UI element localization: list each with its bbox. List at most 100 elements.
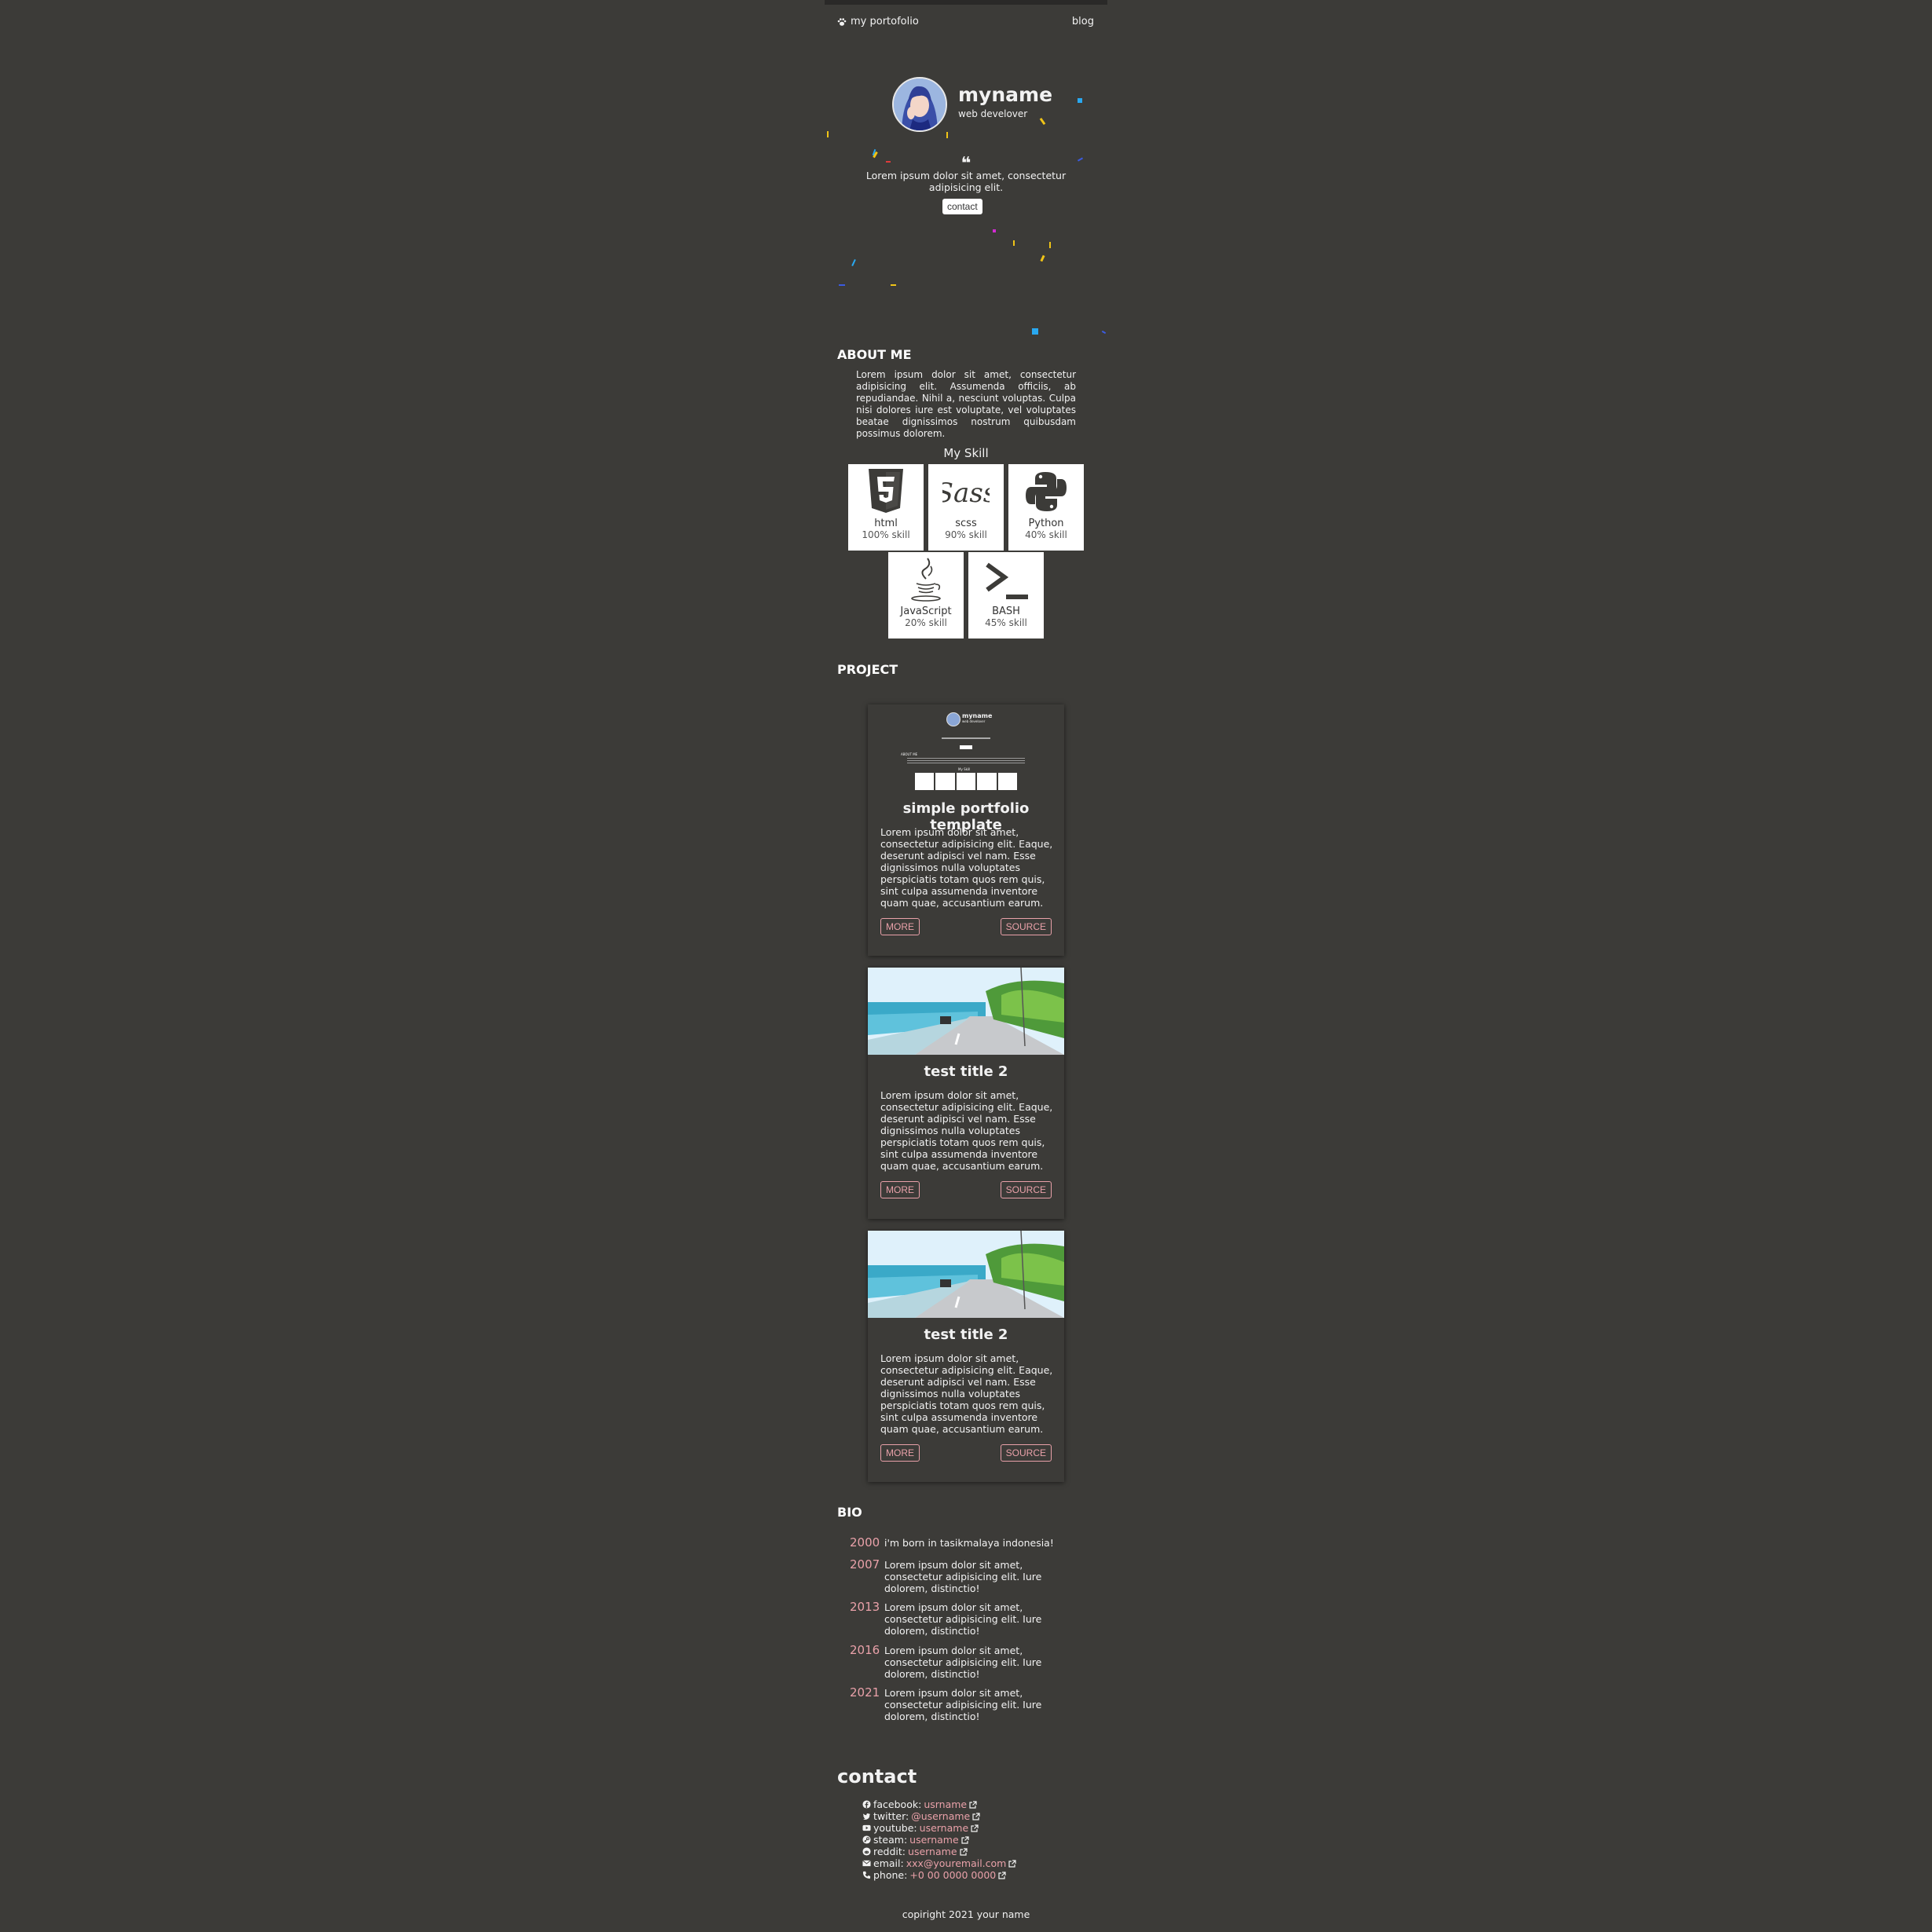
contact-link[interactable]: @username xyxy=(911,1810,970,1822)
source-button[interactable]: SOURCE xyxy=(1000,1444,1052,1462)
contact-button[interactable]: contact xyxy=(942,199,982,214)
skill-level: 40% skill xyxy=(1025,529,1067,540)
thumb-button xyxy=(960,745,972,749)
confetti-piece xyxy=(993,229,996,232)
thumb-about: ABOUT ME xyxy=(901,752,918,756)
project-description: Lorem ipsum dolor sit amet, consectetur … xyxy=(880,826,1053,909)
steam-icon xyxy=(862,1835,871,1844)
contact-label: phone: xyxy=(873,1869,908,1881)
project-thumbnail xyxy=(868,968,1064,1055)
confetti-piece xyxy=(827,131,829,137)
confetti-piece xyxy=(946,132,948,138)
confetti-piece xyxy=(1013,240,1015,246)
project-card: test title 2 Lorem ipsum dolor sit amet,… xyxy=(868,968,1064,1219)
twitter-icon xyxy=(862,1813,871,1820)
contact-link[interactable]: username xyxy=(920,1822,969,1834)
avatar-photo xyxy=(894,79,946,130)
external-link-icon xyxy=(1008,1859,1016,1868)
source-button[interactable]: SOURCE xyxy=(1000,918,1052,935)
road-photo xyxy=(868,968,1064,1055)
skill-name: JavaScript xyxy=(900,606,952,617)
confetti-piece xyxy=(839,284,845,286)
bio-text: Lorem ipsum dolor sit amet, consectetur … xyxy=(884,1687,1042,1722)
confetti-piece xyxy=(851,258,856,267)
road-photo xyxy=(868,1231,1064,1318)
project-description: Lorem ipsum dolor sit amet, consectetur … xyxy=(880,1089,1053,1172)
thumb-role: web develover xyxy=(962,719,986,723)
contact-label: twitter: xyxy=(873,1810,909,1822)
source-button[interactable]: SOURCE xyxy=(1000,1181,1052,1198)
skill-level: 100% skill xyxy=(862,529,910,540)
contact-item-reddit: reddit: username xyxy=(862,1846,1016,1857)
contact-link[interactable]: username xyxy=(908,1846,957,1857)
python-icon xyxy=(1026,472,1067,511)
skill-card-javascript: JavaScript 20% skill xyxy=(888,552,964,639)
project-title: test title 2 xyxy=(924,1063,1008,1080)
project-thumbnail: myname web develover ABOUT ME My Skill xyxy=(868,704,1064,792)
svg-text:Sass: Sass xyxy=(942,478,990,509)
envelope-icon xyxy=(862,1860,871,1867)
skill-card-bash: BASH 45% skill xyxy=(968,552,1044,639)
contact-item-steam: steam: username xyxy=(862,1834,1016,1846)
skill-level: 45% skill xyxy=(985,617,1027,628)
thumb-skill xyxy=(956,773,976,790)
contact-link[interactable]: xxx@youremail.com xyxy=(906,1857,1007,1869)
contact-label: facebook: xyxy=(873,1798,922,1810)
project-card: test title 2 Lorem ipsum dolor sit amet,… xyxy=(868,1231,1064,1482)
external-link-icon xyxy=(998,1871,1006,1879)
confetti-piece xyxy=(1049,242,1051,248)
external-link-icon xyxy=(961,1835,969,1844)
contact-link[interactable]: +0 00 0000 0000 xyxy=(909,1869,996,1881)
facebook-icon xyxy=(862,1800,871,1809)
blog-link[interactable]: blog xyxy=(1072,16,1094,27)
skill-name: html xyxy=(874,518,898,529)
confetti-piece xyxy=(1101,330,1107,335)
more-button[interactable]: MORE xyxy=(880,918,920,935)
bio-year: 2000 xyxy=(850,1535,880,1550)
java-cup-icon xyxy=(911,558,941,602)
brand-link[interactable]: my portofolio xyxy=(837,16,919,27)
contact-item-phone: phone: +0 00 0000 0000 xyxy=(862,1869,1016,1881)
thumb-skill xyxy=(915,773,935,790)
confetti-piece xyxy=(1040,254,1045,262)
avatar xyxy=(892,77,947,132)
bio-year: 2013 xyxy=(850,1600,880,1614)
confetti-piece xyxy=(1077,157,1084,162)
contact-label: steam: xyxy=(873,1834,908,1846)
thumb-skill-title: My Skill xyxy=(958,767,971,771)
contact-link[interactable]: username xyxy=(909,1834,959,1846)
contact-link[interactable]: usrname xyxy=(924,1798,967,1810)
external-link-icon xyxy=(969,1800,977,1809)
bio-year: 2016 xyxy=(850,1643,880,1657)
thumb-skill xyxy=(977,773,997,790)
phone-icon xyxy=(862,1871,871,1879)
thumb-skill xyxy=(997,773,1018,790)
project-thumbnail xyxy=(868,1231,1064,1318)
skill-card-html: html 100% skill xyxy=(848,464,924,551)
confetti-piece xyxy=(1032,328,1038,335)
sass-icon: Sass xyxy=(942,478,990,509)
more-button[interactable]: MORE xyxy=(880,1181,920,1198)
youtube-icon xyxy=(862,1824,871,1831)
more-button[interactable]: MORE xyxy=(880,1444,920,1462)
skill-name: Python xyxy=(1028,518,1064,529)
contact-item-twitter: twitter: @username xyxy=(862,1810,1016,1822)
confetti-piece xyxy=(886,161,891,163)
bio-text: Lorem ipsum dolor sit amet, consectetur … xyxy=(884,1559,1042,1594)
contact-label: email: xyxy=(873,1857,904,1869)
skill-name: BASH xyxy=(992,606,1020,617)
project-heading: PROJECT xyxy=(837,662,898,677)
bio-text: Lorem ipsum dolor sit amet, consectetur … xyxy=(884,1645,1042,1680)
thumb-skill-row xyxy=(915,773,1018,790)
thumb-quote-line xyxy=(942,737,990,739)
html5-icon xyxy=(869,469,903,513)
confetti-piece xyxy=(1078,98,1082,103)
bio-year: 2007 xyxy=(850,1557,880,1572)
skill-level: 20% skill xyxy=(905,617,947,628)
contact-heading: contact xyxy=(837,1766,917,1787)
hero-name: myname xyxy=(958,83,1053,106)
external-link-icon xyxy=(971,1824,979,1832)
bio-year: 2021 xyxy=(850,1685,880,1700)
confetti-piece xyxy=(891,284,896,286)
about-text: Lorem ipsum dolor sit amet, consectetur … xyxy=(856,369,1076,439)
